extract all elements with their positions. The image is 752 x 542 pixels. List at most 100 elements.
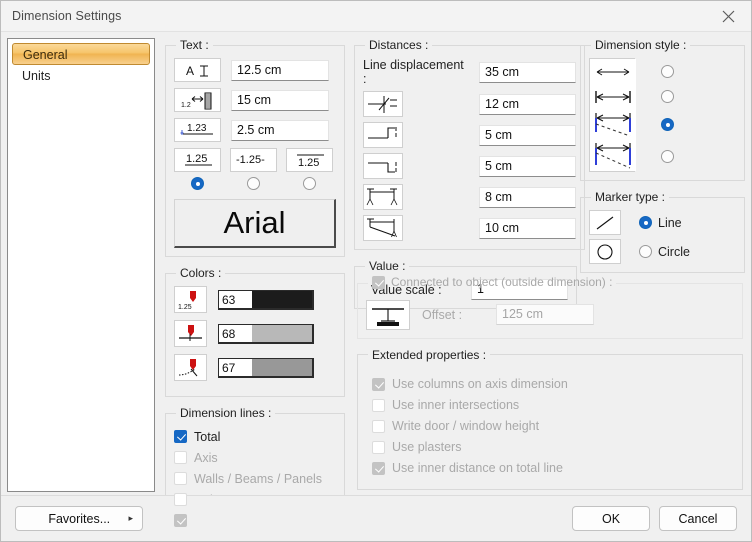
svg-text:1.25: 1.25 (178, 304, 192, 311)
line-color-icon (174, 320, 207, 347)
marker-type-line-option[interactable]: Line (639, 216, 682, 230)
connected-to-object-legend: Connected to object (outside dimension) … (368, 275, 616, 292)
marker-type-circle-option[interactable]: Circle (639, 245, 690, 259)
text-color-swatch[interactable] (252, 291, 312, 308)
alignment-dashes-icon: -1.25- (230, 148, 277, 172)
text-spacing-row: 1.2 15 cm (174, 88, 336, 112)
ext-use-columns-label: Use columns on axis dimension (392, 377, 568, 391)
marker-type-line-row[interactable]: Line (589, 210, 736, 235)
dimension-line-total-checkbox[interactable] (174, 430, 187, 443)
distance-input-lower[interactable]: 5 cm (479, 156, 576, 177)
distances-group-legend: Distances : (365, 38, 432, 52)
slash-marker-icon (589, 210, 621, 235)
svg-text:1.23: 1.23 (187, 123, 207, 134)
sidebar-item-units[interactable]: Units (12, 65, 150, 87)
distance-row-double: 8 cm (363, 184, 576, 210)
text-offset-input[interactable]: 2.5 cm (231, 120, 329, 141)
line-displacement-input[interactable]: 35 cm (479, 62, 576, 83)
dimension-line-columns-checkbox (174, 493, 187, 506)
settings-category-list: General Units (7, 38, 155, 492)
alignment-option-overline[interactable]: 1.25 (286, 148, 333, 190)
dimension-style-legend: Dimension style : (591, 38, 690, 52)
marker-type-circle-label: Circle (658, 245, 690, 259)
witness-lines-dashed-icon (590, 109, 636, 140)
dialog-footer: Favorites... ▸ OK Cancel (1, 495, 751, 541)
extended-properties-legend: Extended properties : (368, 348, 490, 362)
text-height-row: A 12.5 cm (174, 58, 336, 82)
alignment-option-dashes[interactable]: -1.25- (230, 148, 277, 190)
sidebar-item-general[interactable]: General (12, 43, 150, 65)
favorites-button-label: Favorites... (16, 512, 128, 526)
marker-type-circle-row[interactable]: Circle (589, 239, 736, 264)
alignment-underline-radio[interactable] (191, 177, 204, 190)
dimension-style-witness-radio[interactable] (661, 118, 674, 131)
marker-type-line-radio[interactable] (639, 216, 652, 229)
text-group-legend: Text : (176, 38, 213, 52)
lower-right-sections: Connected to object (outside dimension) … (357, 275, 743, 490)
cancel-button[interactable]: Cancel (659, 506, 737, 531)
beam-section-icon (366, 300, 410, 330)
color-row-marker: 67 (174, 354, 336, 381)
alignment-overline-radio[interactable] (303, 177, 316, 190)
left-column: Text : A 12.5 cm 1.2 (165, 38, 345, 495)
distance-row-lower: 5 cm (363, 153, 576, 179)
line-displacement-row: Line displacement : 35 cm (363, 58, 576, 86)
text-spacing-input[interactable]: 15 cm (231, 90, 329, 111)
font-preview-button[interactable]: Arial (174, 199, 336, 248)
distance-input-slanted[interactable]: 10 cm (479, 218, 576, 239)
text-color-icon: 1.25 (174, 286, 207, 313)
witness-lines-dashed-alt-icon (590, 140, 636, 171)
distance-input-cross[interactable]: 12 cm (479, 94, 576, 115)
marker-type-line-label: Line (658, 216, 682, 230)
distances-group: Distances : Line displacement : 35 cm (354, 38, 585, 250)
distance-input-upper[interactable]: 5 cm (479, 125, 576, 146)
alignment-option-underline[interactable]: 1.25 (174, 148, 221, 190)
svg-text:1.25: 1.25 (186, 153, 207, 165)
dimension-style-arrows-radio[interactable] (661, 65, 674, 78)
favorites-button[interactable]: Favorites... ▸ (15, 506, 143, 531)
dimension-line-walls-checkbox (174, 472, 187, 485)
line-color-swatch[interactable] (252, 325, 312, 342)
dimension-line-walls-label: Walls / Beams / Panels (194, 472, 322, 486)
offset-input: 125 cm (496, 304, 594, 325)
marker-color-icon (174, 354, 207, 381)
text-group: Text : A 12.5 cm 1.2 (165, 38, 345, 257)
offset-label: Offset : (422, 308, 484, 322)
color-row-line: 68 (174, 320, 336, 347)
ok-button[interactable]: OK (572, 506, 650, 531)
ext-use-plasters-row: Use plasters (366, 437, 734, 458)
dimension-style-option-ticks[interactable] (589, 84, 736, 109)
alignment-underline-icon: 1.25 (174, 148, 221, 172)
marker-color-number[interactable]: 67 (219, 359, 252, 376)
close-icon[interactable] (706, 1, 751, 31)
upper-tick-icon (363, 122, 403, 148)
dimension-style-ticks-radio[interactable] (661, 90, 674, 103)
alignment-dashes-radio[interactable] (247, 177, 260, 190)
double-arrow-icon (363, 184, 403, 210)
text-height-icon: A (174, 58, 221, 82)
distance-input-double[interactable]: 8 cm (479, 187, 576, 208)
dimension-style-option-witness[interactable] (589, 109, 736, 140)
ext-door-window-height-row: Write door / window height (366, 416, 734, 437)
line-color-field[interactable]: 68 (218, 324, 314, 344)
ext-use-plasters-checkbox (372, 441, 385, 454)
dimension-style-option-witness-alt[interactable] (589, 140, 736, 172)
dimension-style-witness-alt-radio[interactable] (661, 150, 674, 163)
sidebar-item-label: Units (22, 69, 50, 83)
slanted-arrow-icon (363, 215, 403, 241)
dimension-line-walls-row: Walls / Beams / Panels (174, 468, 336, 489)
offset-row: Offset : 125 cm (366, 300, 734, 330)
dimension-line-total-row[interactable]: Total (174, 426, 336, 447)
distance-row-cross: 12 cm (363, 91, 576, 117)
text-color-number[interactable]: 63 (219, 291, 252, 308)
dimension-style-option-arrows[interactable] (589, 58, 736, 84)
marker-type-circle-radio[interactable] (639, 245, 652, 258)
marker-color-swatch[interactable] (252, 359, 312, 376)
text-color-field[interactable]: 63 (218, 290, 314, 310)
text-alignment-options: 1.25 -1.25- (174, 148, 336, 190)
text-height-input[interactable]: 12.5 cm (231, 60, 329, 81)
line-color-number[interactable]: 68 (219, 325, 252, 342)
marker-color-field[interactable]: 67 (218, 358, 314, 378)
text-offset-row: 1.23 2.5 cm (174, 118, 336, 142)
dimension-lines-legend: Dimension lines : (176, 406, 275, 420)
